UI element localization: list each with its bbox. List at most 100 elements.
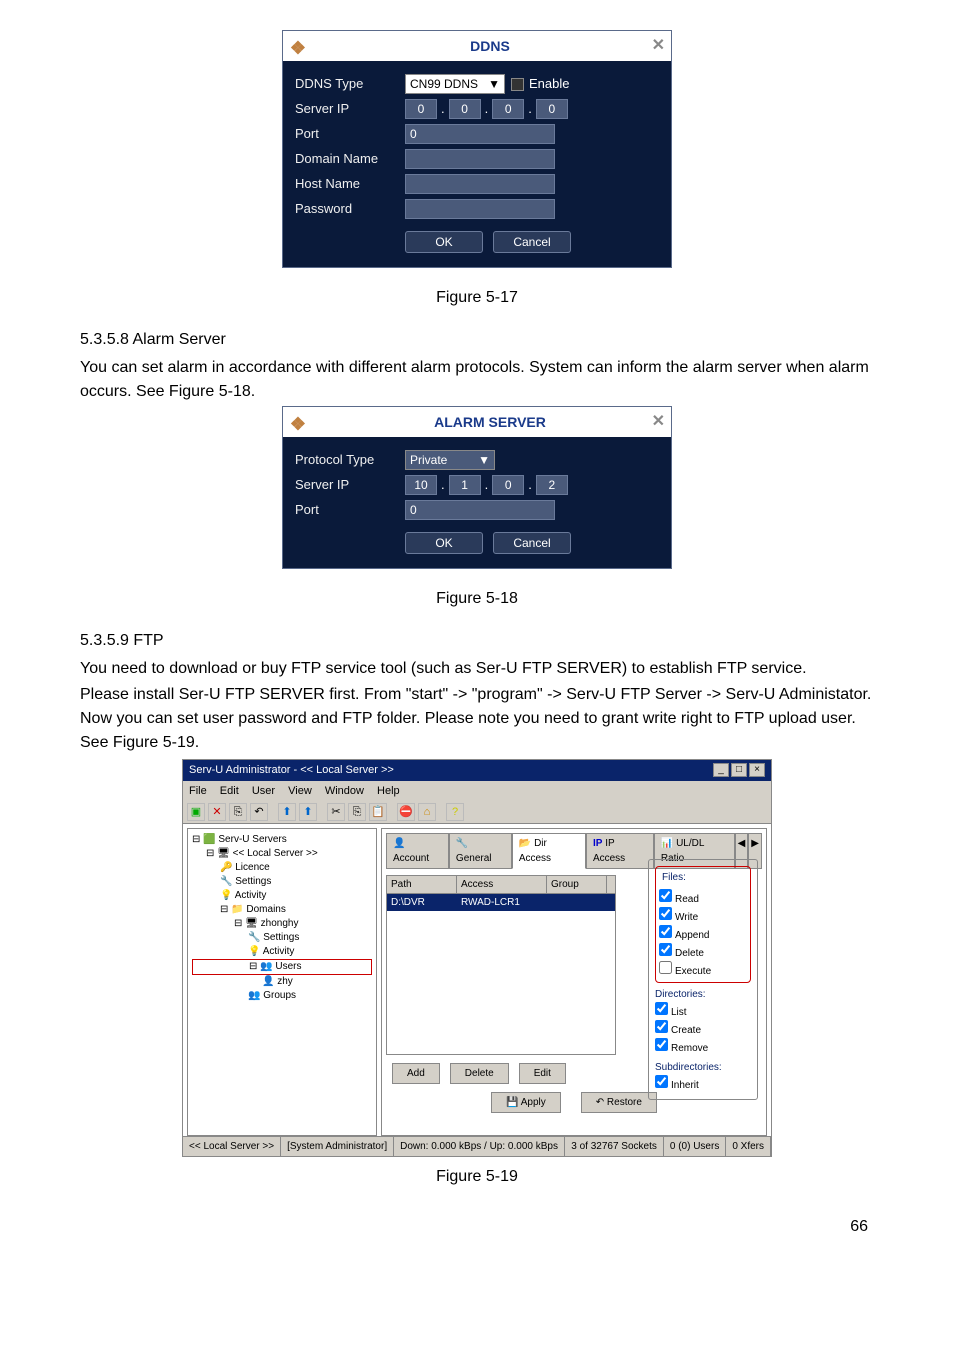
delete-checkbox[interactable]: [659, 943, 672, 956]
ddns-titlebar: ❖ DDNS ✕: [283, 31, 671, 61]
list-row[interactable]: D:\DVR RWAD-LCR1: [387, 894, 615, 911]
ddns-type-select[interactable]: CN99 DDNS▼: [405, 74, 505, 94]
status-xfers: 0 Xfers: [726, 1137, 771, 1156]
host-name-label: Host Name: [295, 174, 405, 194]
up-icon[interactable]: ⬆: [278, 803, 296, 821]
close-icon[interactable]: ×: [749, 763, 765, 777]
menu-window[interactable]: Window: [325, 785, 364, 797]
stop-icon[interactable]: ⛔: [397, 803, 415, 821]
menu-view[interactable]: View: [288, 785, 312, 797]
alarm-server-dialog: ❖ ALARM SERVER ✕ Protocol Type Private▼ …: [282, 406, 672, 569]
restore-button[interactable]: ↶ Restore: [581, 1092, 657, 1113]
help-icon[interactable]: ?: [446, 803, 464, 821]
protocol-type-select[interactable]: Private▼: [405, 450, 495, 470]
menu-help[interactable]: Help: [377, 785, 400, 797]
dir-access-list[interactable]: Path Access Group D:\DVR RWAD-LCR1: [386, 875, 616, 1055]
protocol-type-label: Protocol Type: [295, 450, 405, 470]
tab-account[interactable]: 👤 Account: [386, 833, 449, 869]
append-checkbox[interactable]: [659, 925, 672, 938]
status-server: << Local Server >>: [183, 1137, 281, 1156]
ddns-title: DDNS: [309, 36, 671, 57]
close-icon[interactable]: ✕: [652, 410, 665, 434]
ftp-paragraph-1: You need to download or buy FTP service …: [80, 657, 874, 681]
execute-checkbox[interactable]: [659, 961, 672, 974]
server-ip-label: Server IP: [295, 99, 405, 119]
minimize-icon[interactable]: _: [713, 763, 729, 777]
cancel-button[interactable]: Cancel: [493, 231, 571, 253]
domain-name-input[interactable]: [405, 149, 555, 169]
status-sockets: 3 of 32767 Sockets: [565, 1137, 664, 1156]
undo-icon[interactable]: ↶: [250, 803, 268, 821]
sub-group-label: Subdirectories:: [655, 1060, 751, 1075]
separator: [390, 803, 394, 821]
cancel-button[interactable]: Cancel: [493, 532, 571, 554]
menu-user[interactable]: User: [252, 785, 275, 797]
apply-button[interactable]: 💾 Apply: [491, 1092, 561, 1113]
enable-label: Enable: [529, 74, 569, 94]
remove-checkbox[interactable]: [655, 1038, 668, 1051]
read-checkbox[interactable]: [659, 889, 672, 902]
create-checkbox[interactable]: [655, 1020, 668, 1033]
password-input[interactable]: [405, 199, 555, 219]
ddns-dialog: ❖ DDNS ✕ DDNS Type CN99 DDNS▼ Enable Ser…: [282, 30, 672, 268]
servu-right-pane: 👤 Account 🔧 General 📂 Dir Access IP IP A…: [381, 828, 767, 1136]
write-checkbox[interactable]: [659, 907, 672, 920]
port-input[interactable]: 0: [405, 124, 555, 144]
cut-icon[interactable]: ✂: [327, 803, 345, 821]
servu-title: Serv-U Administrator - << Local Server >…: [189, 762, 394, 779]
col-group: Group: [547, 876, 607, 893]
copy-icon[interactable]: ⎘: [229, 803, 247, 821]
inherit-checkbox[interactable]: [655, 1075, 668, 1088]
page-number: 66: [80, 1215, 874, 1239]
servu-toolbar: ▣ ✕ ⎘ ↶ ⬆ ⬆ ✂ ⎘ 📋 ⛔ ⌂ ?: [183, 801, 771, 824]
separator: [271, 803, 275, 821]
tab-dir-access[interactable]: 📂 Dir Access: [512, 833, 586, 869]
tab-ip-access[interactable]: IP IP Access: [586, 833, 654, 869]
figure-5-17-caption: Figure 5-17: [80, 286, 874, 310]
new-icon[interactable]: ▣: [187, 803, 205, 821]
col-access: Access: [457, 876, 547, 893]
list-checkbox[interactable]: [655, 1002, 668, 1015]
tab-general[interactable]: 🔧 General: [449, 833, 512, 869]
alarm-port-label: Port: [295, 500, 405, 520]
figure-5-18-caption: Figure 5-18: [80, 587, 874, 611]
home-icon[interactable]: ⌂: [418, 803, 436, 821]
chevron-down-icon: ▼: [478, 451, 490, 469]
host-name-input[interactable]: [405, 174, 555, 194]
delete-icon[interactable]: ✕: [208, 803, 226, 821]
port-label: Port: [295, 124, 405, 144]
app-logo-icon: ❖: [287, 411, 309, 433]
figure-5-19-caption: Figure 5-19: [80, 1165, 874, 1189]
add-button[interactable]: Add: [392, 1063, 440, 1084]
dirs-group-label: Directories:: [655, 987, 751, 1002]
alarm-title: ALARM SERVER: [309, 412, 671, 433]
ok-button[interactable]: OK: [405, 532, 483, 554]
delete-button[interactable]: Delete: [450, 1063, 509, 1084]
menu-file[interactable]: File: [189, 785, 207, 797]
servu-tree[interactable]: ⊟ 🟩 Serv-U Servers ⊟ 🖥 << Local Server >…: [187, 828, 377, 1136]
paste-icon[interactable]: 📋: [369, 803, 387, 821]
ok-button[interactable]: OK: [405, 231, 483, 253]
servu-menubar[interactable]: File Edit User View Window Help: [183, 781, 771, 802]
close-icon[interactable]: ✕: [652, 34, 665, 58]
edit-button[interactable]: Edit: [519, 1063, 566, 1084]
enable-checkbox[interactable]: [511, 78, 524, 91]
alarm-paragraph: You can set alarm in accordance with dif…: [80, 356, 874, 404]
servu-statusbar: << Local Server >> [System Administrator…: [183, 1136, 771, 1156]
app-logo-icon: ❖: [287, 35, 309, 57]
alarm-port-input[interactable]: 0: [405, 500, 555, 520]
password-label: Password: [295, 199, 405, 219]
alarm-body: Protocol Type Private▼ Server IP 10. 1. …: [283, 437, 671, 568]
server-ip-input[interactable]: 0. 0. 0. 0: [405, 99, 568, 119]
alarm-server-ip-input[interactable]: 10. 1. 0. 2: [405, 475, 568, 495]
down-icon[interactable]: ⬆: [299, 803, 317, 821]
separator: [320, 803, 324, 821]
copy2-icon[interactable]: ⎘: [348, 803, 366, 821]
files-group-label: Files:: [659, 870, 689, 885]
chevron-down-icon: ▼: [488, 75, 500, 93]
maximize-icon[interactable]: □: [731, 763, 747, 777]
permissions-group: Files: Read Write Append Delete Execute …: [648, 859, 758, 1100]
separator: [439, 803, 443, 821]
menu-edit[interactable]: Edit: [220, 785, 239, 797]
section-5359-heading: 5.3.5.9 FTP: [80, 629, 874, 653]
